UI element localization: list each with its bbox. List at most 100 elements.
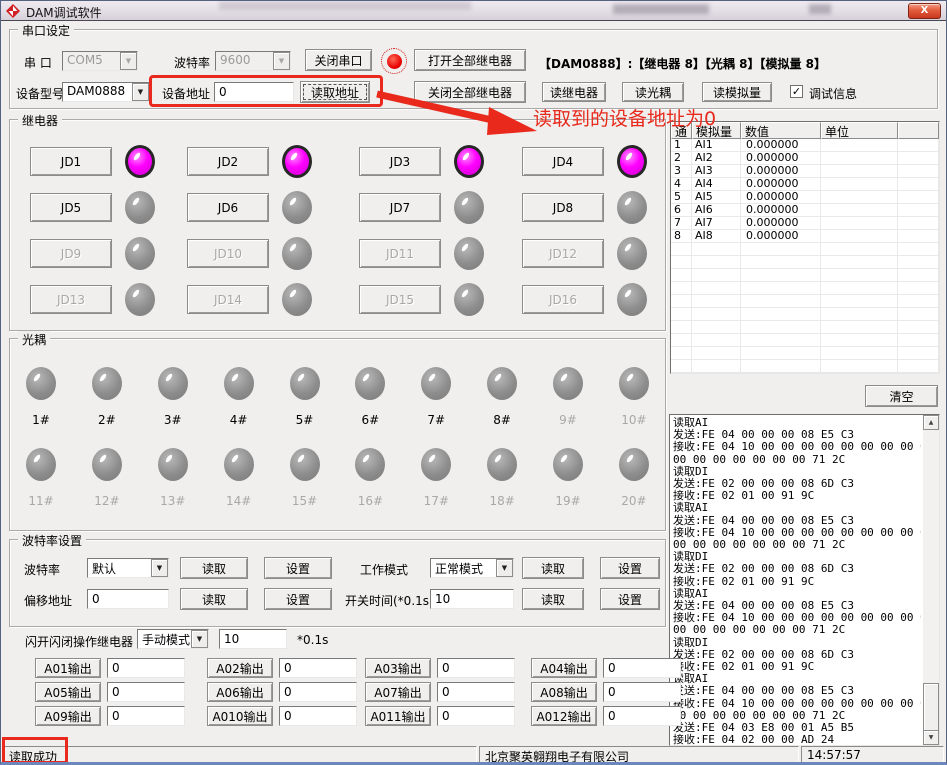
chevron-down-icon[interactable]: ▼ xyxy=(120,52,137,70)
switch-time-read-button[interactable]: 读取 xyxy=(522,588,584,610)
baudrate-set-button[interactable]: 设置 xyxy=(264,557,332,579)
clear-log-button[interactable]: 清空 xyxy=(865,385,938,407)
baudrate-read-button[interactable]: 读取 xyxy=(180,557,248,579)
scroll-up-icon[interactable]: ▲ xyxy=(923,415,939,430)
relay-jd12-button[interactable]: JD12 xyxy=(522,239,604,268)
relay-jd13-button[interactable]: JD13 xyxy=(30,285,112,314)
ao4-output-button[interactable]: A04输出 xyxy=(531,658,597,678)
switch-time-input[interactable] xyxy=(430,589,514,609)
relay-jd6-button[interactable]: JD6 xyxy=(187,193,269,222)
analog-values-table[interactable]: 通 模拟量 数值 单位 1AI10.000000 2AI20.000000 3A… xyxy=(670,121,940,374)
baudrate-select[interactable]: 默认 ▼ xyxy=(87,558,169,578)
ao5-output-input[interactable] xyxy=(107,682,185,702)
opto-8-label: 8# xyxy=(485,413,519,427)
offset-address-input[interactable] xyxy=(87,589,169,609)
opto-17: 17# xyxy=(419,448,453,518)
ao7-output-button[interactable]: A07输出 xyxy=(365,682,431,702)
switch-time-set-button[interactable]: 设置 xyxy=(600,588,660,610)
relay-cell: JD16 xyxy=(522,283,668,316)
offset-set-button[interactable]: 设置 xyxy=(264,588,332,610)
relay-jd1-button[interactable]: JD1 xyxy=(30,147,112,176)
ao12-output-button[interactable]: A012输出 xyxy=(531,706,597,726)
opto-19-label: 19# xyxy=(551,494,585,508)
read-analog-button[interactable]: 读模拟量 xyxy=(702,82,772,102)
chevron-down-icon[interactable]: ▼ xyxy=(151,559,168,577)
debug-log-box[interactable]: 读取AI 发送:FE 04 00 00 00 08 E5 C3 接收:FE 04… xyxy=(669,414,940,746)
relay-jd3-button[interactable]: JD3 xyxy=(359,147,441,176)
open-all-relays-button[interactable]: 打开全部继电器 xyxy=(414,49,526,71)
debug-info-checkbox[interactable]: ✓ xyxy=(790,85,803,98)
close-port-button[interactable]: 关闭串口 xyxy=(305,49,372,71)
read-relays-button[interactable]: 读继电器 xyxy=(542,82,606,102)
ao10-output-input[interactable] xyxy=(279,706,357,726)
chevron-down-icon[interactable]: ▼ xyxy=(191,630,208,648)
read-opto-button[interactable]: 读光耦 xyxy=(622,82,684,102)
relay-jd2-button[interactable]: JD2 xyxy=(187,147,269,176)
ao7-output-input[interactable] xyxy=(437,682,515,702)
workmode-select[interactable]: 正常模式 ▼ xyxy=(430,558,514,578)
offset-read-button[interactable]: 读取 xyxy=(180,588,248,610)
relay-jd9-led xyxy=(125,237,155,270)
scroll-down-icon[interactable]: ▼ xyxy=(923,730,939,745)
workmode-set-button[interactable]: 设置 xyxy=(600,557,660,579)
col-header-value[interactable]: 数值 xyxy=(741,122,821,139)
relay-jd4-button[interactable]: JD4 xyxy=(522,147,604,176)
port-select[interactable]: COM5 ▼ xyxy=(62,51,138,71)
workmode-read-button[interactable]: 读取 xyxy=(522,557,584,579)
ao1-output-button[interactable]: A01输出 xyxy=(35,658,101,678)
ao9-output-input[interactable] xyxy=(107,706,185,726)
log-scrollbar[interactable]: ▲ ▼ xyxy=(923,415,939,745)
ao6-output-input[interactable] xyxy=(279,682,357,702)
chevron-down-icon[interactable]: ▼ xyxy=(273,52,290,70)
relay-jd11-button[interactable]: JD11 xyxy=(359,239,441,268)
chevron-down-icon[interactable]: ▼ xyxy=(132,83,149,101)
close-button[interactable]: X xyxy=(908,3,941,19)
relay-jd10-button[interactable]: JD10 xyxy=(187,239,269,268)
table-row[interactable]: 7AI70.000000 xyxy=(671,217,939,230)
clock-time: 14:57:57 xyxy=(801,746,944,764)
relay-jd7-button[interactable]: JD7 xyxy=(359,193,441,222)
opto-9: 9# xyxy=(551,367,585,437)
flash-time-input[interactable] xyxy=(219,629,287,649)
scrollbar-thumb[interactable] xyxy=(923,683,939,731)
ao5-output-button[interactable]: A05输出 xyxy=(35,682,101,702)
col-header-unit[interactable]: 单位 xyxy=(821,122,898,139)
status-message: 读取成功 xyxy=(3,746,477,764)
serial-group-title: 串口设定 xyxy=(18,22,74,39)
ao8-output-button[interactable]: A08输出 xyxy=(531,682,597,702)
relay-jd15-button[interactable]: JD15 xyxy=(359,285,441,314)
ao10-output-button[interactable]: A010输出 xyxy=(207,706,273,726)
relay-jd5-button[interactable]: JD5 xyxy=(30,193,112,222)
relay-jd16-button[interactable]: JD16 xyxy=(522,285,604,314)
ao1-output-input[interactable] xyxy=(107,658,185,678)
table-row[interactable]: 4AI40.000000 xyxy=(671,178,939,191)
ao11-output-input[interactable] xyxy=(437,706,515,726)
table-row[interactable]: 6AI60.000000 xyxy=(671,204,939,217)
table-row[interactable]: 8AI80.000000 xyxy=(671,230,939,243)
relay-jd14-button[interactable]: JD14 xyxy=(187,285,269,314)
opto-5: 5# xyxy=(288,367,322,437)
table-row[interactable]: 3AI30.000000 xyxy=(671,165,939,178)
ao2-output-button[interactable]: A02输出 xyxy=(207,658,273,678)
model-select[interactable]: DAM0888 ▼ xyxy=(62,82,150,102)
workmode-label: 工作模式 xyxy=(360,561,408,578)
chevron-down-icon[interactable]: ▼ xyxy=(496,559,513,577)
relay-jd8-button[interactable]: JD8 xyxy=(522,193,604,222)
opto-14-led xyxy=(224,448,254,481)
ao9-output-button[interactable]: A09输出 xyxy=(35,706,101,726)
opto-6-label: 6# xyxy=(353,413,387,427)
flash-mode-select[interactable]: 手动模式 ▼ xyxy=(137,629,209,649)
ao4-output-input[interactable] xyxy=(603,658,681,678)
ao11-output-button[interactable]: A011输出 xyxy=(365,706,431,726)
ao6-output-button[interactable]: A06输出 xyxy=(207,682,273,702)
relay-jd9-button[interactable]: JD9 xyxy=(30,239,112,268)
ao8-output-input[interactable] xyxy=(603,682,681,702)
ao2-output-input[interactable] xyxy=(279,658,357,678)
baud-select[interactable]: 9600 ▼ xyxy=(215,51,291,71)
ao3-output-input[interactable] xyxy=(437,658,515,678)
table-row[interactable]: 1AI10.000000 xyxy=(671,139,939,152)
ao12-output-input[interactable] xyxy=(603,706,681,726)
table-row[interactable]: 5AI50.000000 xyxy=(671,191,939,204)
table-row[interactable]: 2AI20.000000 xyxy=(671,152,939,165)
ao3-output-button[interactable]: A03输出 xyxy=(365,658,431,678)
